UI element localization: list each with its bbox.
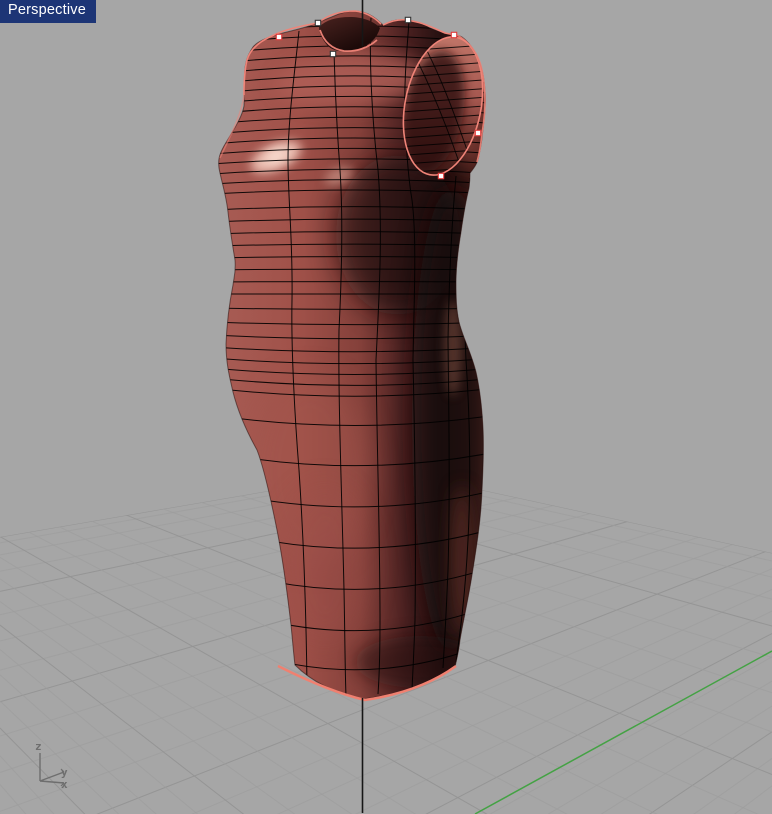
control-point[interactable] <box>474 129 482 137</box>
axis-x-label: x <box>61 778 68 791</box>
viewport-title-tab[interactable]: Perspective <box>0 0 96 23</box>
control-point[interactable] <box>404 16 412 24</box>
perspective-viewport[interactable]: z y x Perspective <box>0 0 772 814</box>
control-point[interactable] <box>314 19 322 27</box>
axis-z-label: z <box>35 740 42 753</box>
control-point[interactable] <box>450 31 458 39</box>
control-point[interactable] <box>329 50 337 58</box>
viewport-canvas[interactable]: z y x <box>0 0 772 814</box>
control-point[interactable] <box>437 172 445 180</box>
control-point[interactable] <box>275 33 283 41</box>
